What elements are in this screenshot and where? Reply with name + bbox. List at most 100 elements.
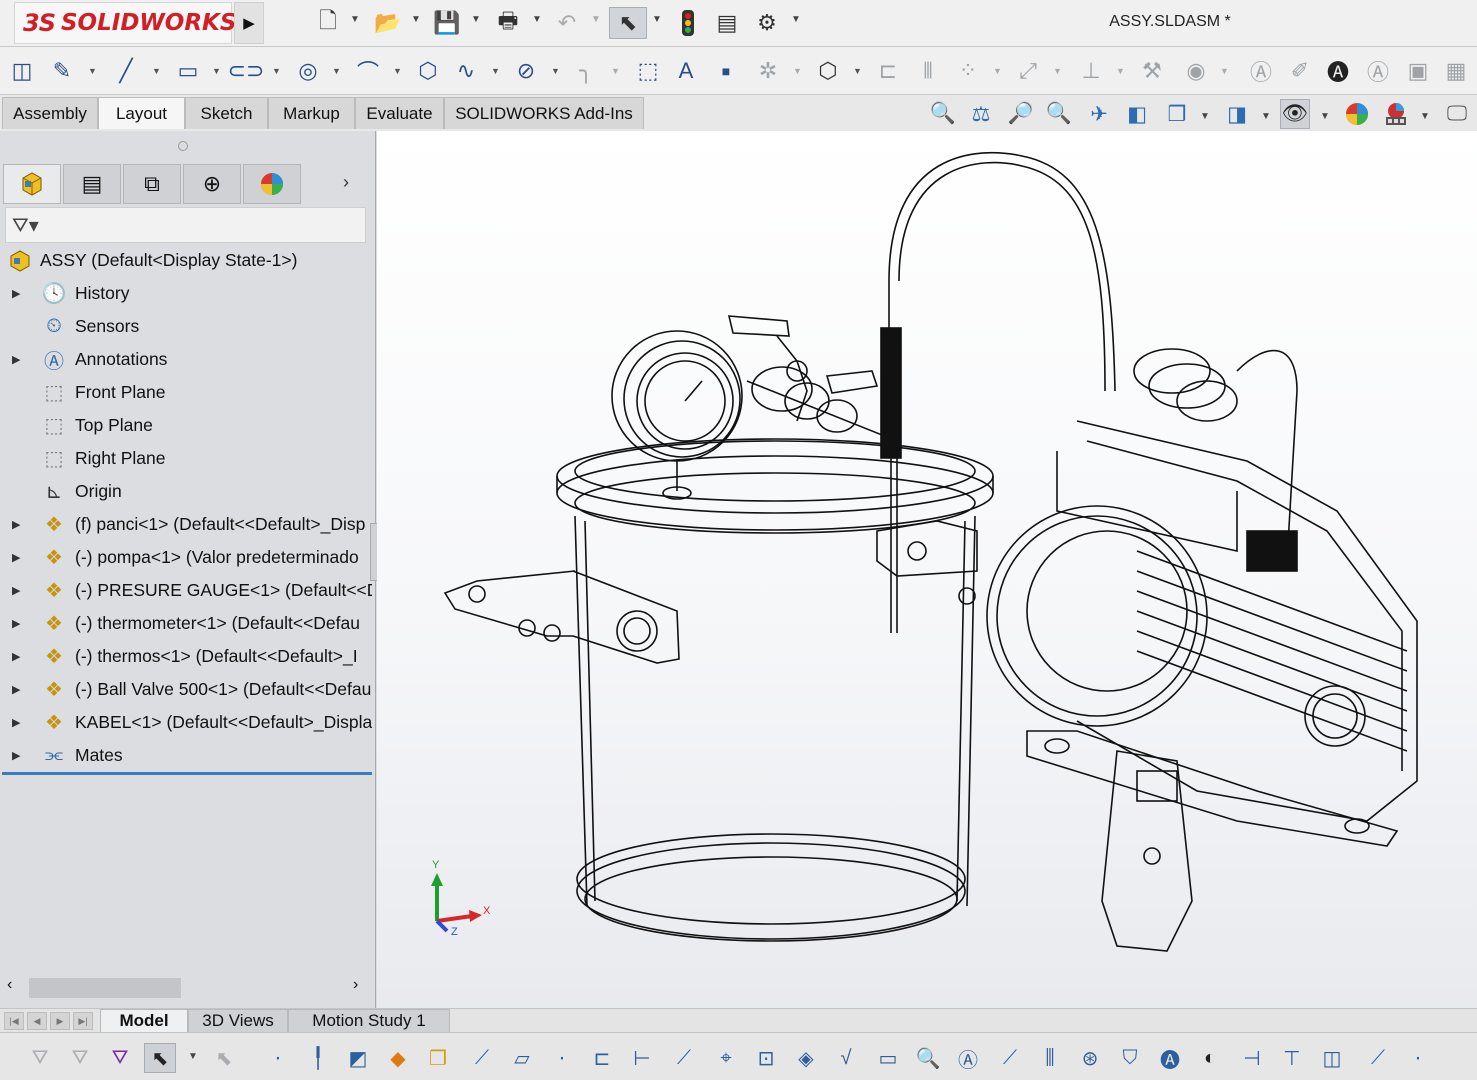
- tab-solidworks-add-ins[interactable]: SOLIDWORKS Add-Ins: [444, 97, 644, 129]
- menu-expand-arrow-icon[interactable]: ▶: [234, 2, 264, 44]
- filter-notes-icon[interactable]: ▭: [872, 1043, 904, 1073]
- make-block-icon[interactable]: ⬡: [812, 55, 844, 87]
- filter-edges-icon[interactable]: ╿: [302, 1043, 334, 1073]
- view-settings-icon[interactable]: [1381, 99, 1411, 129]
- hole-wizard-icon[interactable]: ◉: [1180, 55, 1212, 87]
- tree-item-sensors[interactable]: ⏲ Sensors: [0, 310, 372, 343]
- dynamic-annotation-icon[interactable]: ✈: [1084, 99, 1114, 129]
- arc-icon[interactable]: ⌒: [352, 55, 384, 87]
- select-all-filters-icon[interactable]: ⛛: [104, 1043, 136, 1073]
- tree-item-history[interactable]: ▶ 🕓 History: [0, 277, 372, 310]
- linear-pattern-icon[interactable]: ⁘: [952, 55, 984, 87]
- convert-dropdown-icon[interactable]: ▼: [793, 66, 802, 76]
- tab-motion-study[interactable]: Motion Study 1: [288, 1009, 450, 1033]
- undo-icon[interactable]: ↶: [552, 7, 582, 39]
- filter-axes-icon[interactable]: ⟋: [466, 1043, 498, 1073]
- expand-arrow-icon[interactable]: ▶: [12, 551, 24, 564]
- expand-arrow-icon[interactable]: ▶: [12, 749, 24, 762]
- last-tab-icon[interactable]: ▶|: [73, 1012, 93, 1030]
- filter-center-marks-icon[interactable]: ⟋: [668, 1043, 700, 1073]
- circle-dropdown-icon[interactable]: ▼: [332, 66, 341, 76]
- configurationmanager-tab-icon[interactable]: ⧉: [123, 164, 181, 204]
- tree-item-ball-valve[interactable]: ▶ ❖ (-) Ball Valve 500<1> (Default<<Defa…: [0, 673, 372, 706]
- expand-arrow-icon[interactable]: ▶: [12, 287, 24, 300]
- solidworks-logo[interactable]: 3S SOLIDWORKS: [14, 2, 236, 44]
- block-dropdown-icon[interactable]: ▼: [853, 66, 862, 76]
- expand-arrow-icon[interactable]: ▶: [12, 716, 24, 729]
- convert-entities-icon[interactable]: ✲: [752, 55, 784, 87]
- ellipse-dropdown-icon[interactable]: ▼: [551, 66, 560, 76]
- filter-mesh-edges-icon[interactable]: ⟋: [1362, 1043, 1394, 1073]
- panel-horizontal-scrollbar[interactable]: ‹ ›: [3, 976, 371, 1000]
- tree-item-pompa[interactable]: ▶ ❖ (-) pompa<1> (Valor predeterminado: [0, 541, 372, 574]
- open-dropdown-icon[interactable]: ▼: [411, 14, 421, 25]
- displaymanager-tab-icon[interactable]: [243, 164, 301, 204]
- expand-arrow-icon[interactable]: ▶: [12, 617, 24, 630]
- toggle-filter-icon[interactable]: ⛛: [24, 1043, 56, 1073]
- tree-item-origin[interactable]: ⊾ Origin: [0, 475, 372, 508]
- section-view-icon[interactable]: 🔍: [1044, 99, 1074, 129]
- filter-dimensions-icon[interactable]: ⊡: [750, 1043, 782, 1073]
- apply-scene-icon[interactable]: [1342, 99, 1372, 129]
- view-orientation-icon[interactable]: ◧: [1122, 99, 1152, 129]
- filter-midpoints-icon[interactable]: ⊢: [626, 1043, 658, 1073]
- spline-dropdown-icon[interactable]: ▼: [491, 66, 500, 76]
- rebuild-traffic-light-icon[interactable]: [675, 7, 701, 39]
- clear-filters-icon[interactable]: ⛛: [64, 1043, 96, 1073]
- filter-centerline-icon[interactable]: ⌖: [710, 1043, 742, 1073]
- scroll-left-icon[interactable]: ‹: [7, 976, 12, 994]
- next-tab-icon[interactable]: ▶: [50, 1012, 70, 1030]
- print-dropdown-icon[interactable]: ▼: [532, 14, 542, 25]
- filter-solid-bodies-icon[interactable]: ❒: [422, 1043, 454, 1073]
- tree-item-mates[interactable]: ▶ ⫘ Mates: [0, 739, 372, 772]
- filter-center-of-mass-icon[interactable]: ◐: [1194, 1043, 1226, 1073]
- select-cursor-dropdown-icon[interactable]: ▼: [188, 1051, 198, 1062]
- file-properties-icon[interactable]: ▤: [712, 7, 742, 39]
- text-icon[interactable]: A: [670, 55, 702, 87]
- select-cursor-icon[interactable]: ⬉: [144, 1043, 176, 1073]
- display-style-dropdown-icon[interactable]: ▼: [1200, 111, 1210, 122]
- view-settings-dropdown-icon[interactable]: ▼: [1420, 111, 1430, 122]
- appearance-dropdown-icon[interactable]: ▼: [1320, 111, 1330, 122]
- filter-vertices-icon[interactable]: ⋅: [262, 1043, 294, 1073]
- arc-dropdown-icon[interactable]: ▼: [393, 66, 402, 76]
- fillet-dropdown-icon[interactable]: ▼: [611, 66, 620, 76]
- tree-item-thermometer[interactable]: ▶ ❖ (-) thermometer<1> (Default<<Defau: [0, 607, 372, 640]
- line-icon[interactable]: ╱: [110, 55, 142, 87]
- filter-planes-icon[interactable]: ▱: [506, 1043, 538, 1073]
- filter-faces-icon[interactable]: ◩: [342, 1043, 374, 1073]
- move-dropdown-icon[interactable]: ▼: [1053, 66, 1062, 76]
- undo-dropdown-icon[interactable]: ▼: [591, 14, 601, 25]
- slot-dropdown-icon[interactable]: ▼: [272, 66, 281, 76]
- tree-item-presure-gauge[interactable]: ▶ ❖ (-) PRESURE GAUGE<1> (Default<<De: [0, 574, 372, 607]
- move-entities-icon[interactable]: ⤢: [1012, 55, 1044, 87]
- previous-view-icon[interactable]: 🔎: [1006, 99, 1036, 129]
- surface-finish-icon[interactable]: Ⓐ: [1362, 55, 1394, 87]
- scrollbar-thumb[interactable]: [29, 978, 181, 998]
- print-icon[interactable]: 🖶: [492, 7, 524, 39]
- tab-assembly[interactable]: Assembly: [2, 97, 98, 129]
- filter-mesh-facets-icon[interactable]: ◫: [1316, 1043, 1348, 1073]
- more-tabs-chevron-icon[interactable]: ›: [343, 172, 349, 193]
- hide-show-dropdown-icon[interactable]: ▼: [1261, 111, 1271, 122]
- tab-model[interactable]: Model: [100, 1009, 188, 1033]
- filter-datum-features-icon[interactable]: 🔍: [912, 1043, 944, 1073]
- display-style-icon[interactable]: ❒: [1162, 99, 1192, 129]
- prev-tab-icon[interactable]: ◀: [27, 1012, 47, 1030]
- pattern-dropdown-icon[interactable]: ▼: [993, 66, 1002, 76]
- tree-filter[interactable]: ⛛▾: [5, 207, 366, 243]
- slot-icon[interactable]: ⊂⊃: [228, 55, 265, 87]
- polygon-icon[interactable]: ⬡: [412, 55, 444, 87]
- filter-sketch-segments-icon[interactable]: ⊏: [586, 1043, 618, 1073]
- tree-item-top-plane[interactable]: ⬚ Top Plane: [0, 409, 372, 442]
- smart-dimension-icon[interactable]: ✎: [46, 55, 78, 87]
- options-gear-icon[interactable]: ⚙: [752, 7, 782, 39]
- assembly-wireframe-model[interactable]: Y X Z: [377, 131, 1477, 1008]
- expand-arrow-icon[interactable]: ▶: [12, 683, 24, 696]
- tree-item-right-plane[interactable]: ⬚ Right Plane: [0, 442, 372, 475]
- circle-icon[interactable]: ◎: [292, 55, 324, 87]
- save-dropdown-icon[interactable]: ▼: [471, 14, 481, 25]
- save-icon[interactable]: 💾: [432, 7, 462, 39]
- relation-dropdown-icon[interactable]: ▼: [1116, 66, 1125, 76]
- filter-connection-points-icon[interactable]: ⊣: [1236, 1043, 1268, 1073]
